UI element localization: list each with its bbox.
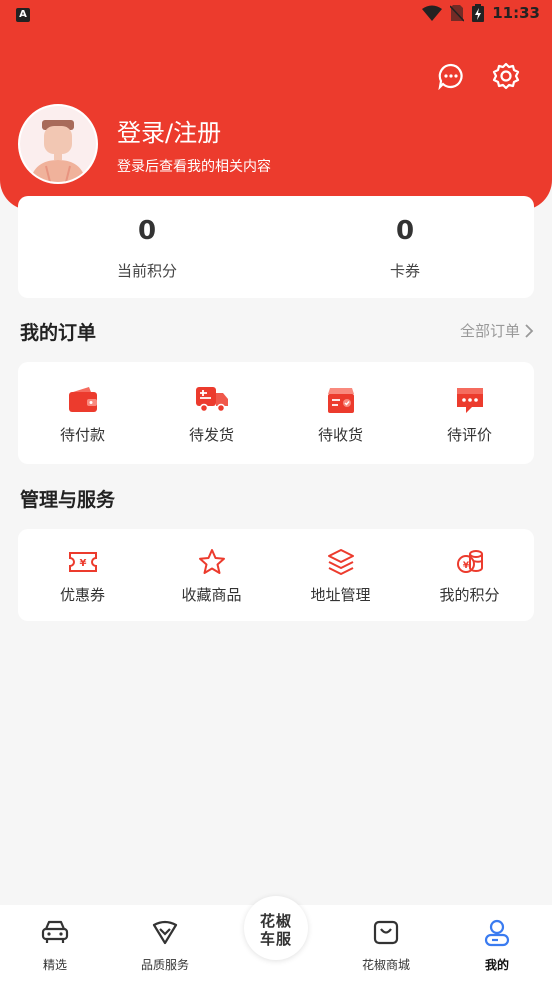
services-section-title: 管理与服务 bbox=[20, 489, 116, 511]
order-pending-receipt-label: 待收货 bbox=[317, 426, 363, 444]
tab-quality-service-label: 品质服务 bbox=[140, 958, 189, 972]
coupons-label: 卡券 bbox=[389, 262, 420, 280]
service-favorites-label: 收藏商品 bbox=[181, 586, 242, 604]
service-address[interactable]: 地址管理 bbox=[276, 529, 405, 621]
order-pending-payment-label: 待付款 bbox=[59, 426, 105, 444]
order-pending-shipment[interactable]: 待发货 bbox=[147, 362, 276, 464]
tab-featured[interactable]: 精选 bbox=[0, 905, 110, 983]
service-my-points-label: 我的积分 bbox=[439, 586, 500, 604]
center-brand-logo[interactable]: 花椒 车服 bbox=[244, 896, 308, 960]
current-points[interactable]: 0 当前积分 bbox=[18, 196, 276, 298]
profile-header bbox=[0, 0, 552, 210]
tab-mine-label: 我的 bbox=[484, 958, 509, 972]
logo-text-line2: 车服 bbox=[259, 930, 292, 948]
order-pending-review-label: 待评价 bbox=[446, 426, 492, 444]
order-pending-review[interactable]: 待评价 bbox=[405, 362, 534, 464]
tab-mall-label: 花椒商城 bbox=[361, 958, 410, 972]
default-avatar-icon bbox=[20, 106, 96, 182]
services-card: ¥ 优惠券 收藏商品 地址管理 ¥ 我的积分 bbox=[18, 529, 534, 621]
user-icon bbox=[484, 919, 510, 947]
all-orders-label: 全部订单 bbox=[459, 322, 520, 340]
car-icon bbox=[41, 920, 69, 943]
truck-icon bbox=[195, 387, 228, 413]
app-notification-icon: A bbox=[16, 8, 30, 22]
all-orders-link[interactable]: 全部订单 bbox=[460, 320, 534, 341]
no-sim-icon bbox=[450, 5, 465, 22]
svg-text:¥: ¥ bbox=[79, 558, 86, 569]
shopping-bag-icon bbox=[373, 920, 399, 945]
battery-icon bbox=[472, 4, 485, 22]
login-hint-text: 登录后查看我的相关内容 bbox=[117, 159, 271, 175]
orders-card: 待付款 待发货 待收货 待评价 bbox=[18, 362, 534, 464]
points-value: 0 bbox=[137, 216, 157, 246]
tab-featured-label: 精选 bbox=[42, 958, 67, 972]
message-icon[interactable] bbox=[437, 62, 465, 90]
order-pending-shipment-label: 待发货 bbox=[188, 426, 234, 444]
order-pending-payment[interactable]: 待付款 bbox=[18, 362, 147, 464]
service-address-label: 地址管理 bbox=[310, 586, 371, 604]
layers-icon bbox=[327, 549, 354, 575]
service-coupons[interactable]: ¥ 优惠券 bbox=[18, 529, 147, 621]
shield-check-icon bbox=[152, 920, 178, 945]
chevron-right-icon bbox=[525, 323, 534, 338]
wallet-icon bbox=[68, 387, 97, 412]
points-card: 0 当前积分 0 卡券 bbox=[18, 196, 534, 298]
coins-icon: ¥ bbox=[456, 550, 483, 573]
login-register-link[interactable]: 登录/注册 bbox=[117, 113, 221, 148]
package-icon bbox=[327, 388, 354, 413]
wifi-icon bbox=[422, 5, 443, 21]
svg-text:¥: ¥ bbox=[462, 561, 469, 571]
orders-section-title: 我的订单 bbox=[20, 322, 97, 344]
tab-quality-service[interactable]: 品质服务 bbox=[110, 905, 220, 983]
avatar[interactable] bbox=[18, 104, 98, 184]
coupons-value: 0 bbox=[395, 216, 415, 246]
status-bar: A 11:33 bbox=[0, 0, 552, 30]
service-coupons-label: 优惠券 bbox=[59, 586, 105, 604]
coupons-count[interactable]: 0 卡券 bbox=[276, 196, 534, 298]
order-pending-receipt[interactable]: 待收货 bbox=[276, 362, 405, 464]
points-label: 当前积分 bbox=[116, 262, 177, 280]
tab-mine[interactable]: 我的 bbox=[442, 905, 552, 983]
service-my-points[interactable]: ¥ 我的积分 bbox=[405, 529, 534, 621]
comment-icon bbox=[456, 388, 483, 413]
settings-gear-icon[interactable] bbox=[492, 62, 520, 90]
tab-mall[interactable]: 花椒商城 bbox=[331, 905, 441, 983]
clock: 11:33 bbox=[492, 4, 540, 22]
service-favorites[interactable]: 收藏商品 bbox=[147, 529, 276, 621]
star-icon bbox=[198, 549, 225, 574]
coupon-icon: ¥ bbox=[68, 552, 97, 572]
